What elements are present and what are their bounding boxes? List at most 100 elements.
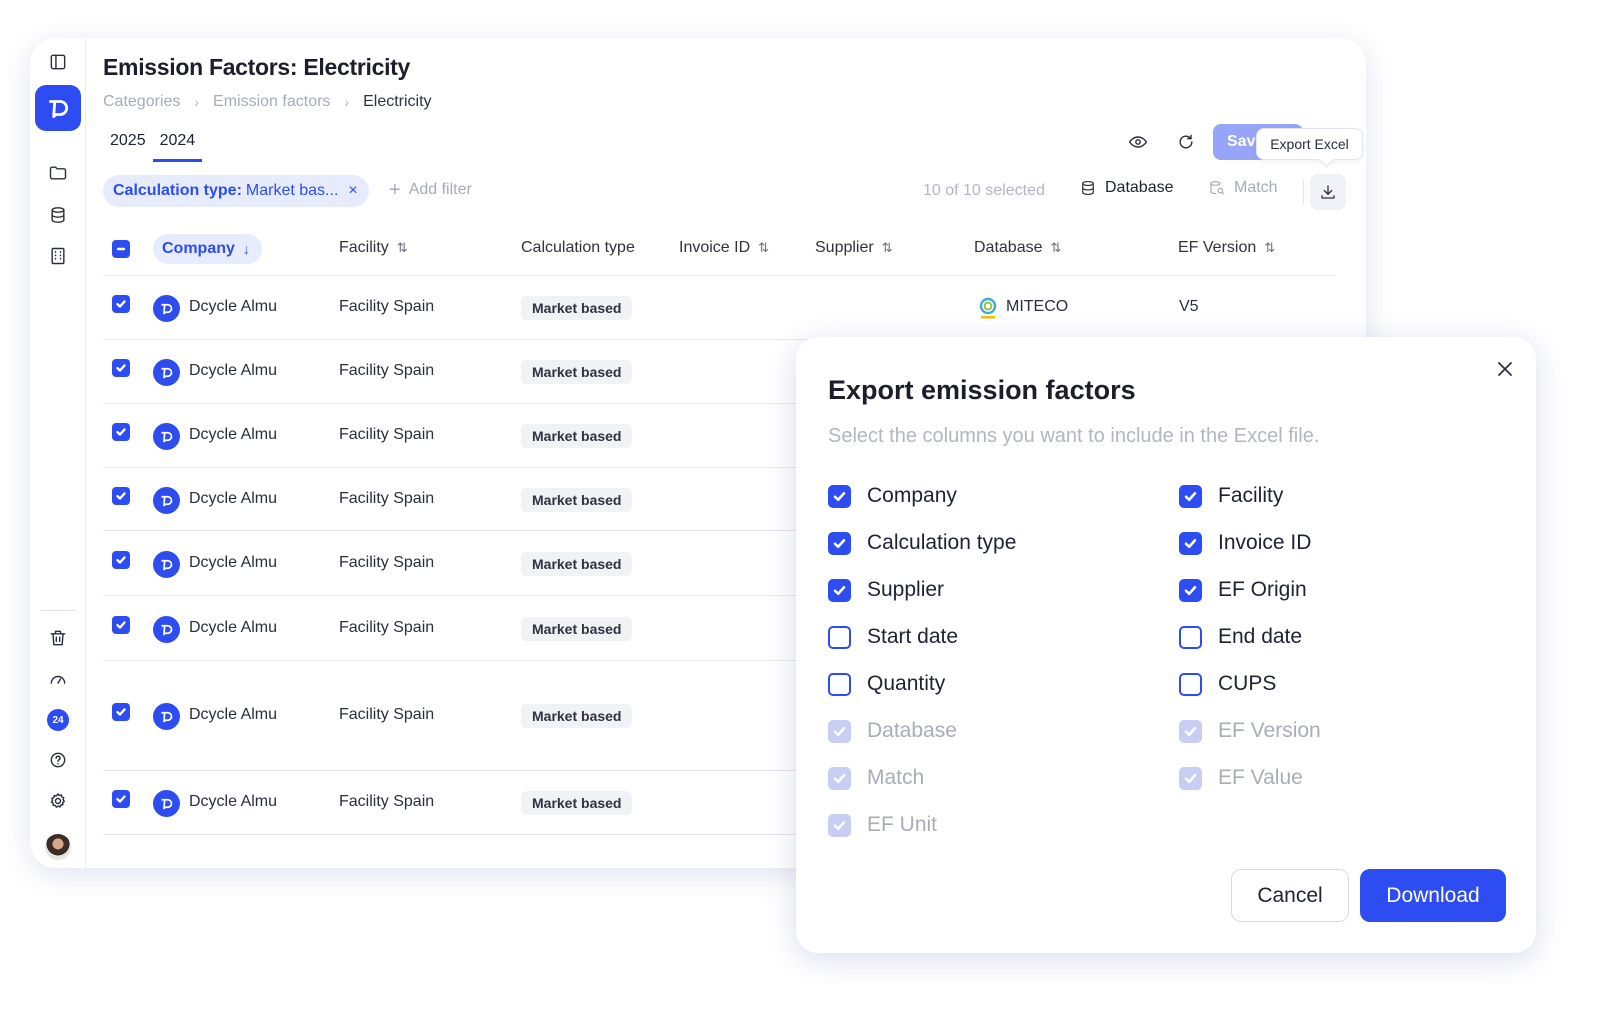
cell-facility: Facility Spain <box>339 553 435 571</box>
option-company[interactable]: Company <box>828 484 957 508</box>
option-start-date[interactable]: Start date <box>828 625 958 649</box>
checkbox <box>1179 766 1202 790</box>
folder-icon[interactable] <box>46 161 70 185</box>
checkbox[interactable] <box>1179 625 1202 649</box>
checkbox[interactable] <box>1179 531 1202 555</box>
tab-2025[interactable]: 2025 <box>103 128 153 162</box>
calculation-type-pill: Market based <box>521 424 633 448</box>
column-header-invoice-id[interactable]: Invoice ID ⇅ <box>679 239 769 257</box>
breadcrumb: Categories › Emission factors › Electric… <box>103 93 432 111</box>
cell-facility: Facility Spain <box>339 489 435 507</box>
column-header-facility[interactable]: Facility ⇅ <box>339 239 408 257</box>
help-icon[interactable] <box>46 748 70 772</box>
database-icon[interactable] <box>46 203 70 227</box>
select-all-checkbox[interactable] <box>112 240 130 258</box>
option-label: Invoice ID <box>1218 531 1312 554</box>
breadcrumb-emission-factors[interactable]: Emission factors <box>213 93 330 111</box>
match-button[interactable]: Match <box>1208 179 1278 197</box>
company-logo <box>153 359 180 386</box>
gauge-icon[interactable] <box>46 667 70 691</box>
option-label: End date <box>1218 625 1303 648</box>
option-label: EF Value <box>1218 766 1303 789</box>
column-header-ef-version[interactable]: EF Version ⇅ <box>1178 239 1275 257</box>
option-label: Facility <box>1218 484 1284 507</box>
breadcrumb-categories[interactable]: Categories <box>103 93 180 111</box>
building-icon[interactable] <box>46 244 70 268</box>
column-header-calculation-type[interactable]: Calculation type <box>521 239 635 257</box>
download-button[interactable]: Download <box>1360 869 1506 922</box>
checkbox[interactable] <box>828 672 851 696</box>
checkbox[interactable] <box>1179 578 1202 602</box>
avatar[interactable] <box>45 834 71 860</box>
selected-count: 10 of 10 selected <box>923 182 1045 199</box>
option-ef-origin[interactable]: EF Origin <box>1179 578 1307 602</box>
notifications-badge[interactable]: 24 <box>47 709 69 731</box>
calculation-type-pill: Market based <box>521 791 633 815</box>
cell-facility: Facility Spain <box>339 426 435 443</box>
option-label: Quantity <box>867 672 946 695</box>
option-cups[interactable]: CUPS <box>1179 672 1276 696</box>
option-quantity[interactable]: Quantity <box>828 672 945 696</box>
checkbox[interactable] <box>828 578 851 602</box>
database-label: Database <box>1105 179 1174 196</box>
option-label: EF Version <box>1218 719 1321 742</box>
company-logo <box>153 486 180 514</box>
panel-toggle-icon[interactable] <box>46 50 70 74</box>
column-label: Company <box>162 240 235 257</box>
option-end-date[interactable]: End date <box>1179 625 1302 649</box>
cell-company: Dcycle Almu <box>189 426 278 443</box>
close-icon[interactable] <box>1495 359 1517 381</box>
year-tabs: 2025 2024 <box>103 128 203 162</box>
checkbox[interactable] <box>828 484 851 508</box>
column-header-database[interactable]: Database ⇅ <box>974 239 1061 257</box>
row-checkbox[interactable] <box>112 359 130 377</box>
modal-title: Export emission factors <box>828 375 1136 405</box>
settings-icon[interactable] <box>46 789 70 813</box>
cell-company: Dcycle Almu <box>189 553 278 571</box>
row-checkbox[interactable] <box>112 486 130 505</box>
company-logo <box>153 790 180 817</box>
checkbox[interactable] <box>1179 672 1202 696</box>
column-header-supplier[interactable]: Supplier ⇅ <box>815 239 893 257</box>
option-invoice-id[interactable]: Invoice ID <box>1179 531 1311 555</box>
row-checkbox[interactable] <box>112 615 130 634</box>
checkbox[interactable] <box>828 625 851 649</box>
row-checkbox[interactable] <box>112 703 130 721</box>
dcycle-logo[interactable] <box>35 85 81 131</box>
close-icon[interactable]: × <box>348 182 357 200</box>
column-header-company[interactable]: Company ↓ <box>153 234 262 264</box>
filter-chip[interactable]: Calculation type: Market bas... × <box>103 175 369 207</box>
option-label: Start date <box>867 625 959 648</box>
cell-company: Dcycle Almu <box>189 298 278 315</box>
option-calculation-type[interactable]: Calculation type <box>828 531 1016 555</box>
add-filter-button[interactable]: + Add filter <box>389 180 472 200</box>
row-checkbox[interactable] <box>112 423 130 441</box>
export-excel-button[interactable] <box>1310 174 1346 210</box>
table-row[interactable]: Dcycle Almu Facility Spain Market based MIT… <box>103 276 1336 340</box>
page-title: Emission Factors: Electricity <box>103 54 411 80</box>
company-logo <box>153 550 180 578</box>
database-button[interactable]: Database <box>1079 179 1174 197</box>
modal-subtitle: Select the columns you want to include i… <box>828 425 1320 447</box>
option-facility[interactable]: Facility <box>1179 484 1283 508</box>
checkbox[interactable] <box>1179 484 1202 508</box>
tab-2024[interactable]: 2024 <box>152 128 203 162</box>
column-label: Facility <box>339 239 389 256</box>
checkbox[interactable] <box>828 531 851 555</box>
option-ef-value: EF Value <box>1179 766 1303 790</box>
eye-icon[interactable] <box>1125 129 1151 155</box>
cancel-button[interactable]: Cancel <box>1231 869 1349 922</box>
refresh-icon[interactable] <box>1173 129 1199 155</box>
column-label: Supplier <box>815 239 874 256</box>
option-label: Match <box>867 766 925 789</box>
option-supplier[interactable]: Supplier <box>828 578 944 602</box>
row-checkbox[interactable] <box>112 790 130 808</box>
trash-icon[interactable] <box>46 626 70 650</box>
company-logo <box>153 703 180 730</box>
calculation-type-pill: Market based <box>521 551 633 576</box>
cell-company: Dcycle Almu <box>189 793 278 810</box>
row-checkbox[interactable] <box>112 550 130 569</box>
sort-down-icon: ↓ <box>242 241 250 257</box>
option-label: Calculation type <box>867 531 1017 554</box>
row-checkbox[interactable] <box>112 295 130 313</box>
